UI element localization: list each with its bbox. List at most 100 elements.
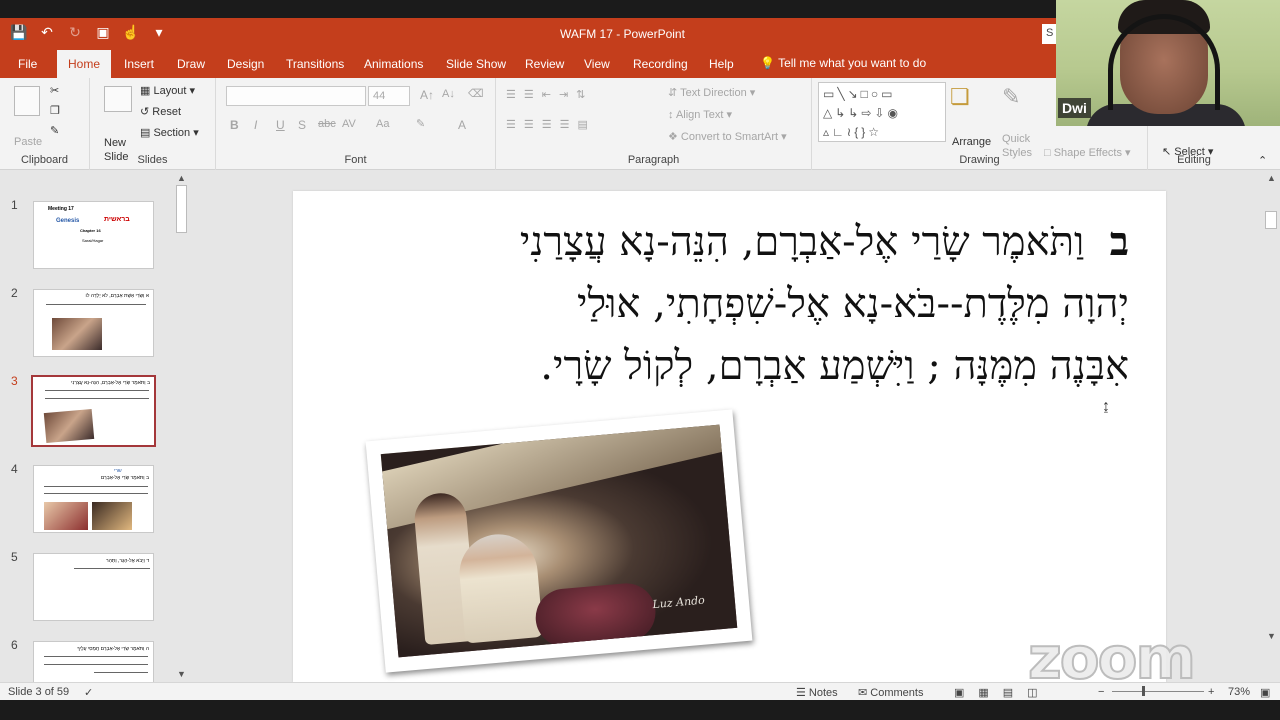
list-buttons[interactable]: ☰☰⇤⇥⇅: [506, 88, 593, 101]
slide-scroll-up-icon[interactable]: ▲: [1267, 173, 1276, 183]
undo-icon[interactable]: ↶: [38, 24, 56, 41]
tab-slide-show[interactable]: Slide Show: [446, 57, 506, 71]
fit-slide-icon[interactable]: ▣: [1260, 686, 1270, 699]
tell-me-search[interactable]: 💡 Tell me what you want to do: [760, 56, 926, 70]
slide-scroll-thumb[interactable]: [1265, 211, 1277, 229]
paste-icon: [14, 86, 40, 116]
slide-thumbnail-3-selected[interactable]: ב וַתֹּאמֶר שָׂרַי אֶל-אַבְרָם, הִנֵּה-נ…: [31, 375, 156, 447]
slide-thumbnail-2[interactable]: א וְשָׂרַי אֵשֶׁת אַבְרָם, לֹא יָלְדָה ל…: [33, 289, 154, 357]
tab-animations[interactable]: Animations: [364, 57, 423, 71]
reset-button[interactable]: ↺ Reset: [140, 105, 181, 118]
touch-mode-icon[interactable]: ☝: [122, 24, 140, 41]
save-icon[interactable]: 💾: [10, 24, 28, 41]
char-spacing-button[interactable]: AV: [342, 118, 356, 130]
tab-view[interactable]: View: [584, 57, 610, 71]
spellcheck-icon[interactable]: ✓: [84, 686, 93, 699]
grow-font-icon[interactable]: A↑: [420, 88, 434, 102]
scroll-down-icon[interactable]: ▼: [177, 669, 186, 679]
slide-scrollbar[interactable]: ▲ ▼: [1262, 171, 1280, 684]
zoom-in-button[interactable]: +: [1208, 686, 1214, 698]
slide-thumbnail-pane: 1 Meeting 17 בראשית Genesis Chapter 16 S…: [0, 171, 190, 685]
shapes-gallery[interactable]: ▭╲↘□○▭ △↳↳⇨⇩◉ ▵∟≀{}☆: [818, 82, 946, 142]
tab-transitions[interactable]: Transitions: [286, 57, 344, 71]
text-direction-button[interactable]: ⇵ Text Direction ▾: [668, 86, 755, 99]
thumbnail-scroll-thumb[interactable]: [176, 185, 187, 233]
comments-button[interactable]: ✉ Comments: [858, 686, 923, 699]
hebrew-line-1: ב וַתֹּאמֶר שָׂרַי אֶל-אַבְרָם, הִנֵּה-נ…: [519, 218, 1129, 265]
window-title: WAFM 17 - PowerPoint: [560, 27, 685, 41]
paste-button[interactable]: Paste: [14, 136, 42, 148]
underline-button[interactable]: U: [276, 118, 285, 132]
format-painter-icon[interactable]: ✎: [50, 124, 59, 137]
slide-thumbnail-5[interactable]: ד וַיָּבֹא אֶל-הָגָר, וַתַּהַר: [33, 553, 154, 621]
collapse-ribbon-icon[interactable]: ⌃: [1258, 154, 1267, 167]
participant-name: Dwi: [1058, 98, 1091, 118]
font-name-combo[interactable]: [226, 86, 366, 106]
slide-thumbnail-4[interactable]: שרי ב וַתֹּאמֶר שָׂרַי אֶל-אַבְרָם: [33, 465, 154, 533]
tab-draw[interactable]: Draw: [177, 57, 205, 71]
slide-thumbnail-1[interactable]: Meeting 17 בראשית Genesis Chapter 16 Sar…: [33, 201, 154, 269]
font-size-combo[interactable]: 44: [368, 86, 410, 106]
redo-icon[interactable]: ↻: [66, 24, 84, 41]
customize-qat-icon[interactable]: ▾: [150, 24, 168, 41]
thumb-number-4: 4: [11, 462, 18, 476]
font-group-label: Font: [344, 154, 367, 166]
slide-thumbnail-6[interactable]: ה וַתֹּאמֶר שָׂרַי אֶל-אַבְרָם חֲמָסִי ע…: [33, 641, 154, 685]
section-button[interactable]: ▤ Section ▾: [140, 126, 199, 139]
thumb-number-2: 2: [11, 286, 18, 300]
slide-hebrew-text[interactable]: ב וַתֹּאמֶר שָׂרַי אֶל-אַבְרָם, הִנֵּה-נ…: [333, 211, 1129, 397]
tab-help[interactable]: Help: [709, 57, 734, 71]
thumb-number-5: 5: [11, 550, 18, 564]
font-color-button[interactable]: A: [458, 118, 466, 132]
clipboard-group-label: Clipboard: [20, 154, 69, 166]
slide-photo-frame[interactable]: Luz Ando: [365, 409, 753, 673]
verse-number: ב: [1109, 218, 1129, 265]
slides-group: New Slide ▦ Layout ▾ ↺ Reset ▤ Section ▾…: [90, 78, 216, 170]
tab-review[interactable]: Review: [525, 57, 564, 71]
shrink-font-icon[interactable]: A↓: [442, 88, 455, 100]
bold-button[interactable]: B: [230, 118, 239, 132]
thumbnail-scrollbar[interactable]: ▲ ▼: [174, 171, 190, 684]
layout-button[interactable]: ▦ Layout ▾: [140, 84, 195, 97]
align-text-button[interactable]: ↕ Align Text ▾: [668, 108, 732, 121]
font-group: 44 A↑ A↓ ⌫ B I U S abc AV Aa ✎ A Font: [216, 78, 496, 170]
photo-signature: Luz Ando: [651, 593, 706, 612]
new-slide-icon: [104, 86, 132, 112]
tab-recording[interactable]: Recording: [633, 57, 688, 71]
strikethrough-button[interactable]: S: [298, 118, 306, 132]
shadow-button[interactable]: abc: [318, 118, 336, 130]
cut-icon[interactable]: ✂: [50, 84, 59, 97]
slide-scroll-down-icon[interactable]: ▼: [1267, 631, 1276, 641]
clear-format-icon[interactable]: ⌫: [468, 87, 484, 100]
text-cursor-icon: ↨: [1102, 398, 1110, 415]
editing-group-label: Editing: [1177, 154, 1211, 166]
hebrew-line-2: יְהוָה מִלֶּדֶת--בֹּא-נָא אֶל-שִׁפְחָתִי…: [577, 281, 1129, 327]
slide-editing-area: ב וַתֹּאמֶר שָׂרַי אֶל-אַבְרָם, הִנֵּה-נ…: [192, 171, 1262, 684]
quick-styles-icon: ✎: [1002, 84, 1021, 109]
tab-design[interactable]: Design: [227, 57, 264, 71]
clipboard-group: Paste ✂ ❐ ✎ Clipboard: [0, 78, 90, 170]
notes-button[interactable]: ☰ Notes: [796, 686, 838, 699]
zoom-level[interactable]: 73%: [1228, 686, 1250, 698]
tab-file[interactable]: File: [18, 57, 37, 71]
scroll-up-icon[interactable]: ▲: [177, 173, 186, 183]
paragraph-group-label: Paragraph: [627, 154, 680, 166]
highlight-icon[interactable]: ✎: [416, 117, 425, 130]
thumb-number-3: 3: [11, 374, 18, 388]
tab-insert[interactable]: Insert: [124, 57, 154, 71]
zoom-watermark: zoom: [1027, 623, 1197, 693]
slide-counter: Slide 3 of 59: [8, 686, 70, 698]
screen-bottom-bar: [0, 700, 1280, 720]
italic-button[interactable]: I: [254, 118, 257, 132]
change-case-button[interactable]: Aa: [376, 118, 389, 130]
smartart-button[interactable]: ❖ Convert to SmartArt ▾: [668, 130, 787, 143]
lightbulb-icon: 💡: [760, 56, 775, 70]
slide-canvas[interactable]: ב וַתֹּאמֶר שָׂרַי אֶל-אַבְרָם, הִנֵּה-נ…: [293, 191, 1166, 682]
arrange-button[interactable]: Arrange: [952, 136, 991, 148]
zoom-webcam-tile: Dwi: [1056, 0, 1280, 126]
paragraph-group: ☰☰⇤⇥⇅ ☰☰☰☰▤ ⇵ Text Direction ▾ ↕ Align T…: [496, 78, 812, 170]
align-buttons[interactable]: ☰☰☰☰▤: [506, 118, 596, 131]
tab-home[interactable]: Home: [57, 50, 112, 78]
copy-icon[interactable]: ❐: [50, 104, 60, 117]
present-icon[interactable]: ▣: [94, 24, 112, 41]
